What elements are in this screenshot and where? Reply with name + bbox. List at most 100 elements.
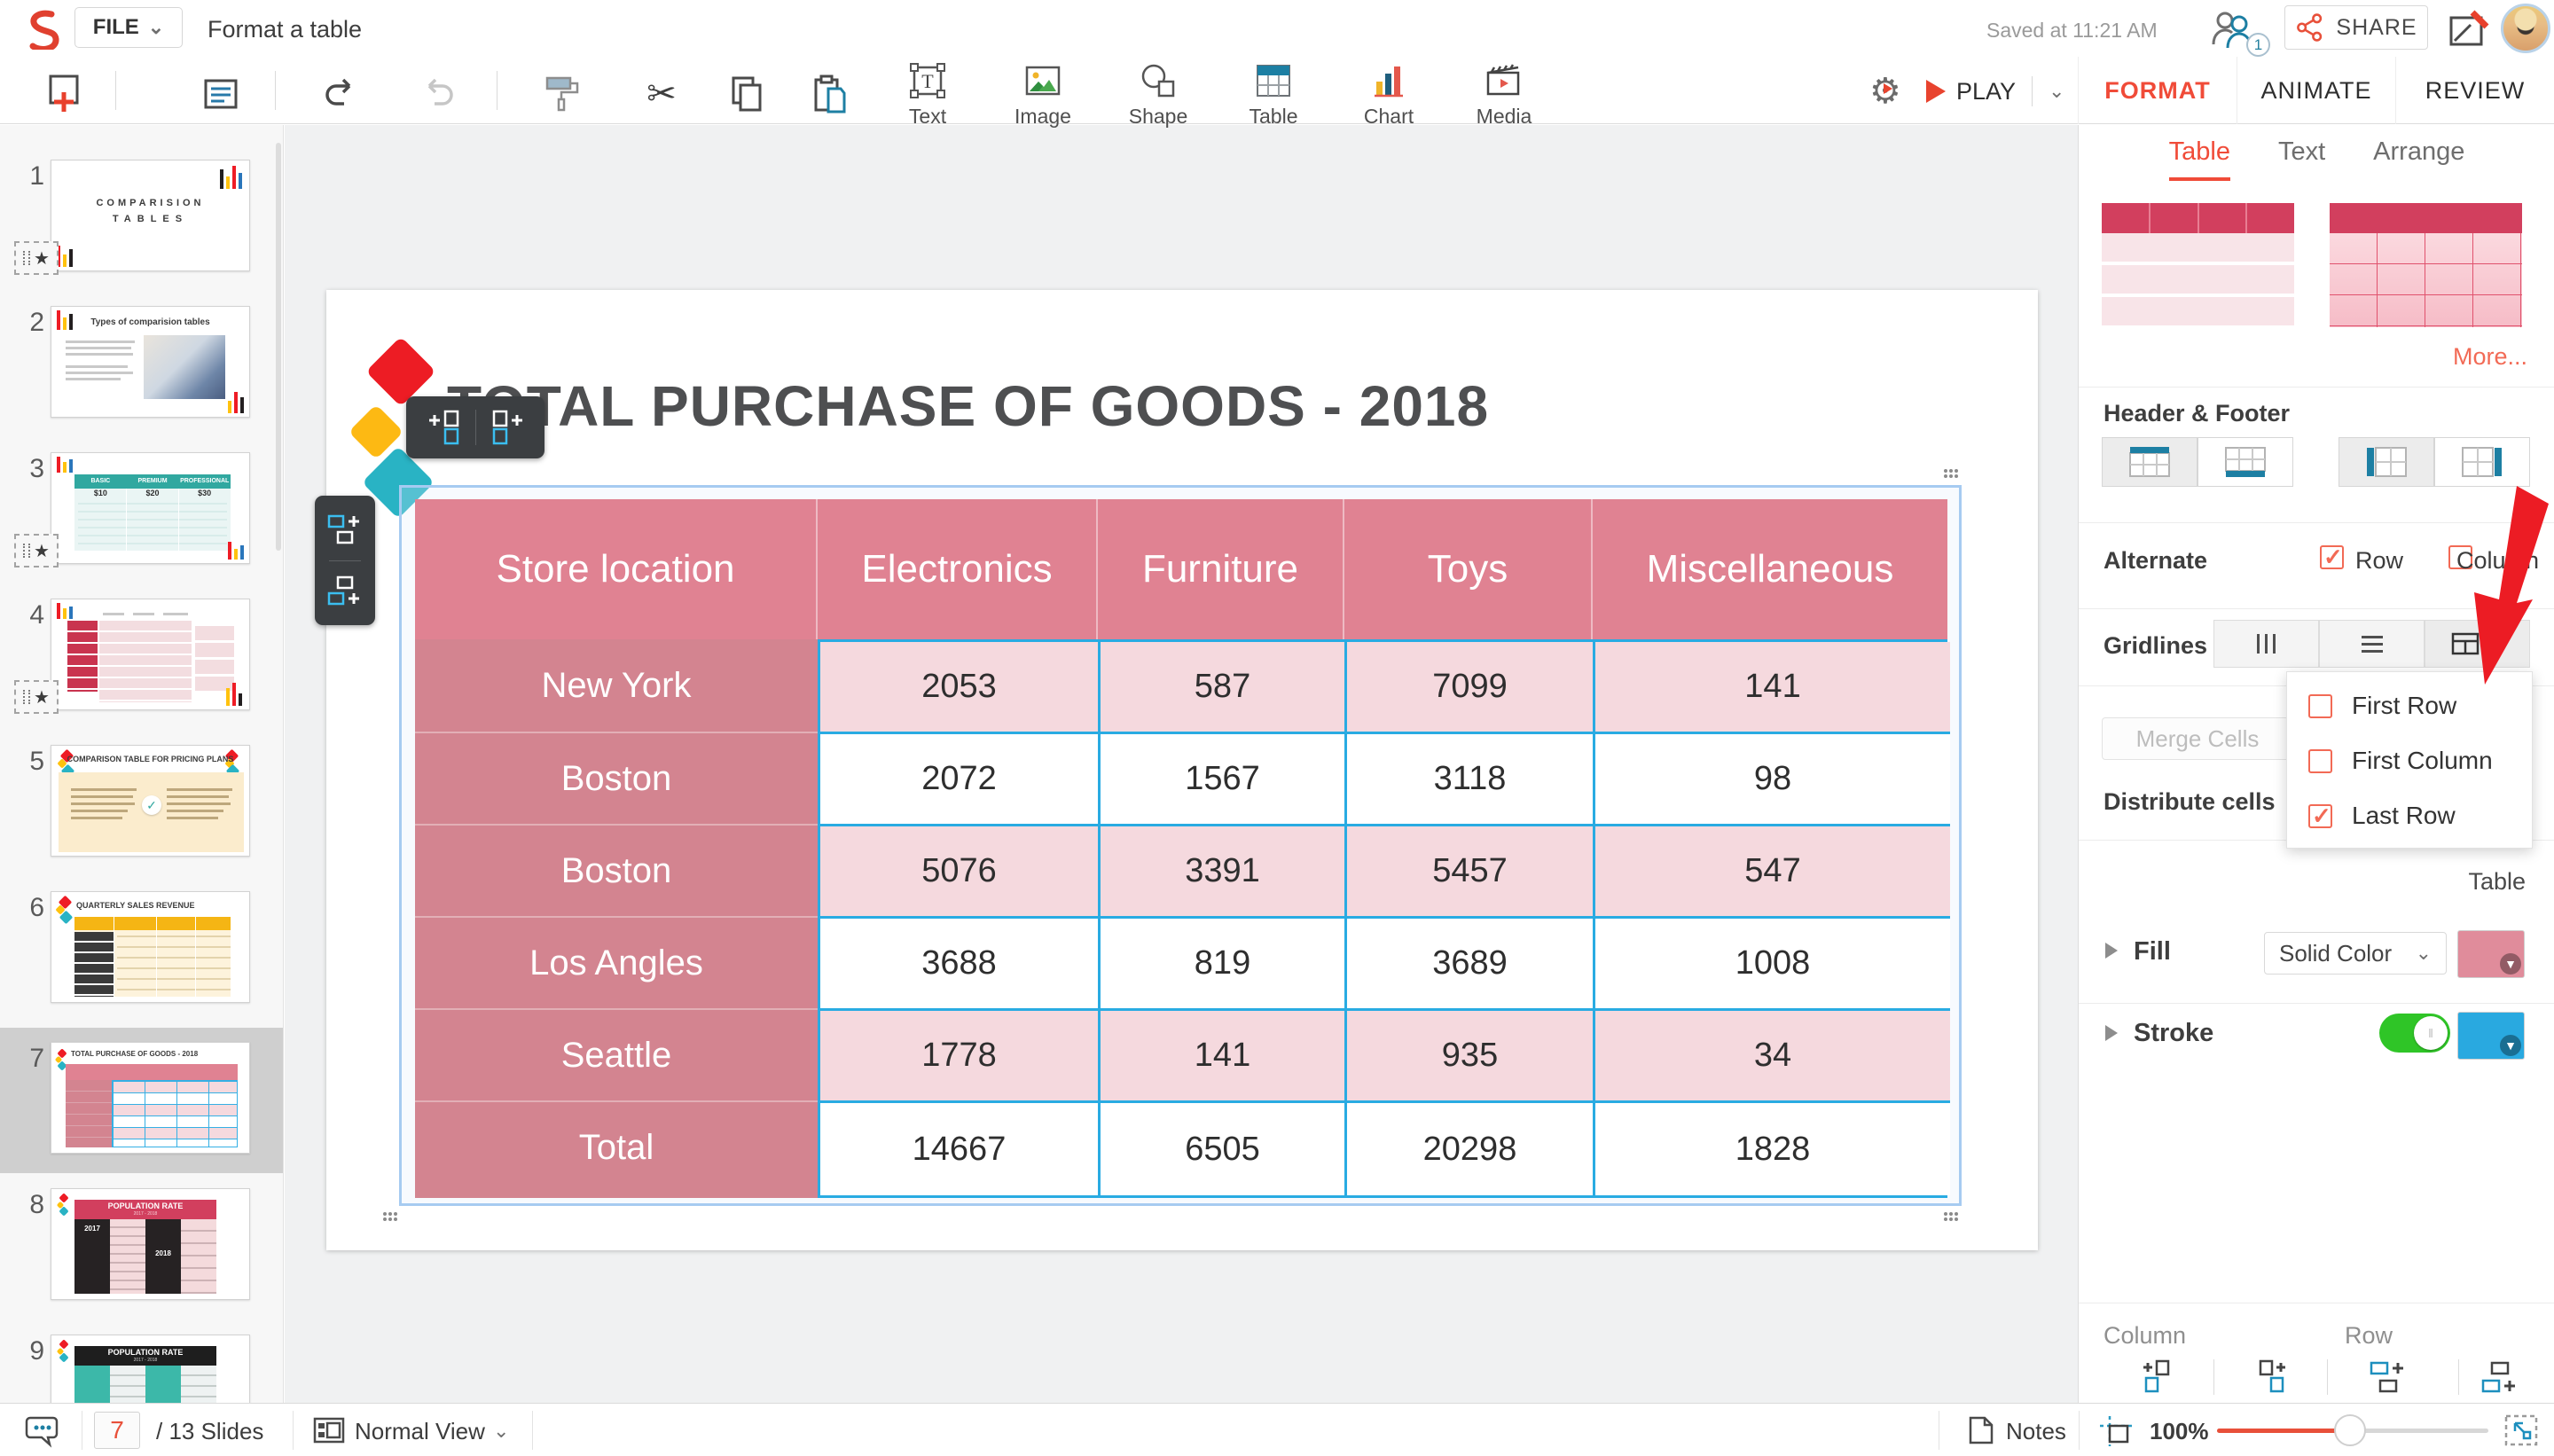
table-header-cell[interactable]: Miscellaneous: [1593, 499, 1947, 639]
row-label[interactable]: Total: [415, 1100, 818, 1193]
table-cell[interactable]: 34: [1595, 1011, 1950, 1103]
table-cell[interactable]: 1778: [820, 1011, 1101, 1103]
animation-indicator[interactable]: ★: [14, 241, 59, 275]
table-cell[interactable]: 935: [1347, 1011, 1595, 1103]
tab-format[interactable]: FORMAT: [2078, 57, 2237, 124]
feedback-button[interactable]: [2448, 9, 2490, 50]
table-cell[interactable]: 20298: [1347, 1103, 1595, 1195]
fill-type-select[interactable]: Solid Color⌄: [2264, 932, 2447, 975]
table-cell[interactable]: 819: [1101, 919, 1347, 1011]
row-label[interactable]: Boston: [415, 732, 818, 824]
cut-button[interactable]: ✂: [640, 73, 683, 115]
collaborators-button[interactable]: 1: [2210, 9, 2263, 51]
table-header-cell[interactable]: Store location: [415, 499, 818, 639]
stroke-toggle[interactable]: ‖: [2379, 1014, 2450, 1053]
insert-row-below-button[interactable]: [2480, 1356, 2522, 1398]
current-slide[interactable]: TOTAL PURCHASE OF GOODS - 2018 Store loc…: [326, 290, 2038, 1250]
table-cell[interactable]: 7099: [1347, 642, 1595, 734]
table-cell[interactable]: 1567: [1101, 734, 1347, 826]
table-cell[interactable]: 3689: [1347, 919, 1595, 1011]
dropdown-item-first-column[interactable]: First Column: [2287, 736, 2534, 786]
slide-thumbnail[interactable]: COMPARISON TABLE FOR PRICING PLANS ✓: [51, 745, 250, 857]
insert-row-above-button[interactable]: [2368, 1356, 2410, 1398]
table-cell[interactable]: 547: [1595, 826, 1950, 919]
fit-to-screen-button[interactable]: [2503, 1413, 2540, 1448]
first-row-checkbox[interactable]: [2308, 694, 2332, 718]
table-cell[interactable]: 14667: [820, 1103, 1101, 1195]
slide-thumbnail[interactable]: COMPARISION TABLES: [51, 160, 250, 271]
slide-table[interactable]: Store location Electronics Furniture Toy…: [415, 499, 1947, 1198]
tab-animate[interactable]: ANIMATE: [2237, 57, 2395, 124]
stroke-color-swatch[interactable]: ▼: [2457, 1012, 2525, 1060]
insert-column-left-button[interactable]: [429, 408, 465, 447]
selection-handle[interactable]: [1944, 1212, 1959, 1222]
table-cell[interactable]: 1828: [1595, 1103, 1950, 1195]
insert-table-button[interactable]: Table: [1234, 60, 1312, 129]
row-label[interactable]: Los Angles: [415, 916, 818, 1008]
gridlines-horizontal-button[interactable]: [2319, 620, 2425, 668]
panel-tab-table[interactable]: Table: [2169, 137, 2230, 181]
play-options-chevron[interactable]: ⌄: [2049, 80, 2064, 103]
footer-row-toggle[interactable]: [2198, 437, 2293, 487]
slide-thumbnail[interactable]: POPULATION RATE 2017 - 2018 2017 2018: [51, 1188, 250, 1300]
redo-button[interactable]: [417, 73, 459, 115]
table-style-option-2[interactable]: [2330, 203, 2522, 327]
insert-column-right-button[interactable]: [2249, 1356, 2292, 1398]
slide-thumbnail[interactable]: [51, 599, 250, 710]
slide-title[interactable]: TOTAL PURCHASE OF GOODS - 2018: [447, 373, 1489, 439]
guides-button[interactable]: [2098, 1414, 2134, 1448]
chevron-down-icon[interactable]: ⌄: [493, 1420, 509, 1443]
row-label[interactable]: New York: [415, 639, 818, 732]
panel-tab-arrange[interactable]: Arrange: [2373, 137, 2464, 181]
table-header-cell[interactable]: Electronics: [818, 499, 1098, 639]
first-column-checkbox[interactable]: [2308, 749, 2332, 773]
current-slide-number[interactable]: 7: [94, 1412, 140, 1449]
play-button[interactable]: PLAY: [1926, 78, 2016, 106]
first-column-toggle[interactable]: [2339, 437, 2434, 487]
table-cell[interactable]: 2053: [820, 642, 1101, 734]
table-cell[interactable]: 2072: [820, 734, 1101, 826]
comments-button[interactable]: [25, 1413, 64, 1448]
row-label[interactable]: Boston: [415, 824, 818, 916]
row-label[interactable]: Seattle: [415, 1008, 818, 1100]
user-avatar[interactable]: [2501, 4, 2550, 53]
new-slide-button[interactable]: [44, 73, 87, 115]
animation-indicator[interactable]: ★: [14, 534, 59, 568]
slide-thumbnail[interactable]: QUARTERLY SALES REVENUE: [51, 891, 250, 1003]
slide-thumbnail[interactable]: TOTAL PURCHASE OF GOODS - 2018: [51, 1042, 250, 1154]
sidebar-scrollbar[interactable]: [276, 143, 281, 551]
tab-review[interactable]: REVIEW: [2395, 57, 2554, 124]
table-cell[interactable]: 141: [1595, 642, 1950, 734]
table-cell[interactable]: 6505: [1101, 1103, 1347, 1195]
last-column-toggle[interactable]: [2434, 437, 2530, 487]
undo-button[interactable]: [319, 73, 362, 115]
table-cell[interactable]: 3118: [1347, 734, 1595, 826]
table-cell[interactable]: 141: [1101, 1011, 1347, 1103]
table-cell[interactable]: 1008: [1595, 919, 1950, 1011]
copy-button[interactable]: [725, 73, 768, 115]
table-cell[interactable]: 3391: [1101, 826, 1347, 919]
insert-column-right-button[interactable]: [487, 408, 522, 447]
zoom-slider-knob[interactable]: [2334, 1414, 2366, 1446]
more-styles-link[interactable]: More...: [2453, 343, 2527, 371]
paste-button[interactable]: [809, 73, 851, 115]
table-header-cell[interactable]: Toys: [1344, 499, 1593, 639]
gridlines-options-button[interactable]: ⌄: [2425, 620, 2530, 668]
table-cell[interactable]: 5076: [820, 826, 1101, 919]
slide-thumbnail[interactable]: Types of comparision tables: [51, 306, 250, 418]
insert-row-above-button[interactable]: [325, 513, 364, 548]
dropdown-item-last-row[interactable]: Last Row: [2287, 791, 2534, 841]
slide-thumbnail[interactable]: POPULATION RATE 2017 - 2018 2017 2018: [51, 1335, 250, 1403]
table-cell[interactable]: 587: [1101, 642, 1347, 734]
gridlines-vertical-button[interactable]: [2213, 620, 2319, 668]
panel-tab-text[interactable]: Text: [2278, 137, 2325, 181]
insert-text-button[interactable]: T Text: [889, 60, 967, 129]
fill-expander-icon[interactable]: [2105, 943, 2118, 959]
slide-layout-button[interactable]: [200, 73, 242, 115]
view-mode-selector[interactable]: Normal View: [355, 1418, 485, 1445]
notes-button[interactable]: Notes: [2006, 1418, 2066, 1445]
last-row-checkbox[interactable]: [2308, 804, 2332, 828]
format-painter-button[interactable]: [541, 73, 584, 115]
dropdown-item-first-row[interactable]: First Row: [2287, 681, 2534, 731]
fill-color-swatch[interactable]: ▼: [2457, 930, 2525, 978]
